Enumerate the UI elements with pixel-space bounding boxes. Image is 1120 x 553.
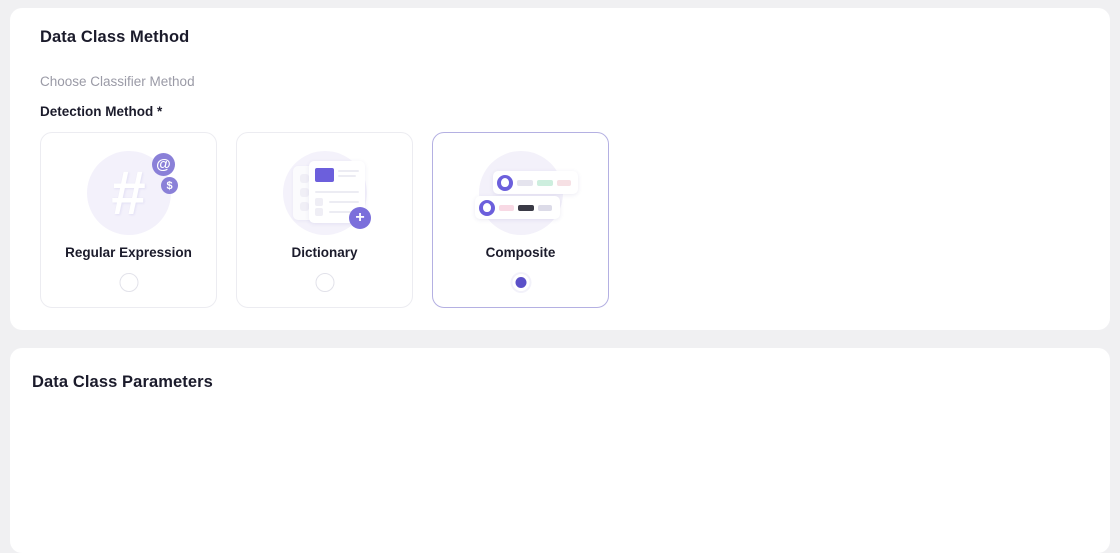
method-radio-regular-expression[interactable] [119,273,138,292]
method-option-regular-expression[interactable]: # @ $ Regular Expression [40,132,217,308]
method-radio-composite[interactable] [511,273,530,292]
composite-row-top [493,171,578,194]
detection-method-label: Detection Method * [40,104,163,119]
person-avatar-icon [479,199,495,216]
method-option-label: Composite [485,245,556,260]
method-option-label: Regular Expression [65,245,192,260]
data-class-method-card: Data Class Method Choose Classifier Meth… [10,8,1110,330]
method-option-composite[interactable]: Composite [432,132,609,308]
page-root: Data Class Method Choose Classifier Meth… [0,0,1120,553]
detection-method-options: # @ $ Regular Expression + Dictionary Co… [40,132,609,308]
method-option-label: Dictionary [291,245,358,260]
method-option-dictionary[interactable]: + Dictionary [236,132,413,308]
dollar-sign-icon: $ [161,177,178,194]
method-radio-dictionary[interactable] [315,273,334,292]
plus-badge-icon: + [349,207,371,229]
person-avatar-icon [497,174,513,191]
classifier-method-subtitle: Choose Classifier Method [40,74,195,89]
parameters-title: Data Class Parameters [32,373,213,391]
page-title: Data Class Method [40,28,190,46]
document-list-icon: + [237,149,412,241]
hashtag-icon: # @ $ [41,149,216,241]
composite-row-bottom [475,196,560,219]
composite-rows-icon [433,149,608,241]
data-class-parameters-card: Data Class Parameters Require that All o… [10,348,1110,553]
at-sign-icon: @ [152,153,175,176]
hash-glyph: # [111,159,146,228]
